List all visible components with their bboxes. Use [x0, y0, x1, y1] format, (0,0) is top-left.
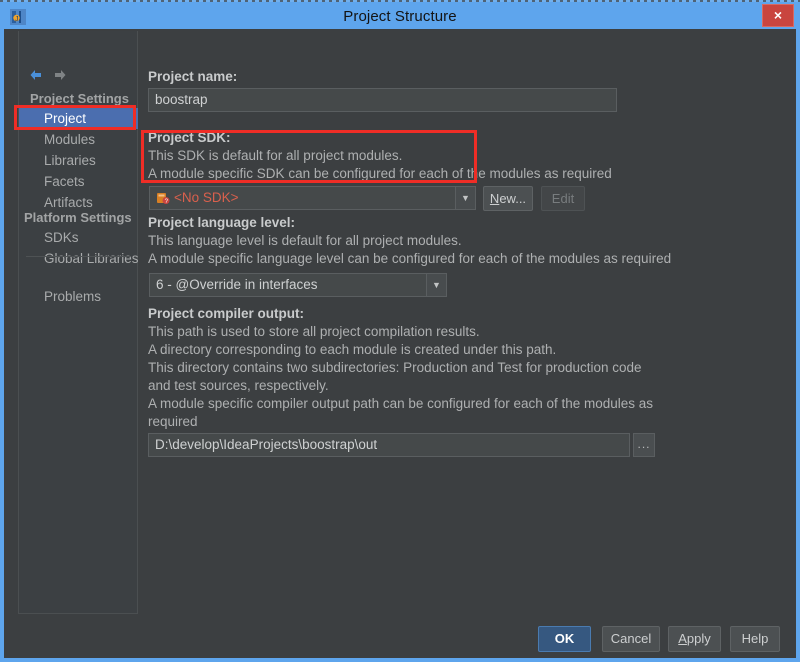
apply-button-mnemonic: A	[678, 631, 687, 646]
apply-button[interactable]: Apply	[668, 626, 721, 652]
help-button[interactable]: Help	[730, 626, 780, 652]
cancel-button[interactable]: Cancel	[602, 626, 660, 652]
apply-button-label: pply	[686, 631, 711, 646]
window-title: Project Structure	[343, 8, 457, 25]
title-bar: J Project Structure ×	[0, 2, 800, 29]
dialog-button-bar: OK Cancel Apply Help	[4, 29, 796, 658]
close-icon[interactable]: ×	[762, 4, 794, 27]
project-structure-dialog: J Project Structure × Project Settings P…	[0, 0, 800, 662]
dialog-body: Project Settings Project Modules Librari…	[4, 29, 796, 658]
ok-button[interactable]: OK	[538, 626, 591, 652]
